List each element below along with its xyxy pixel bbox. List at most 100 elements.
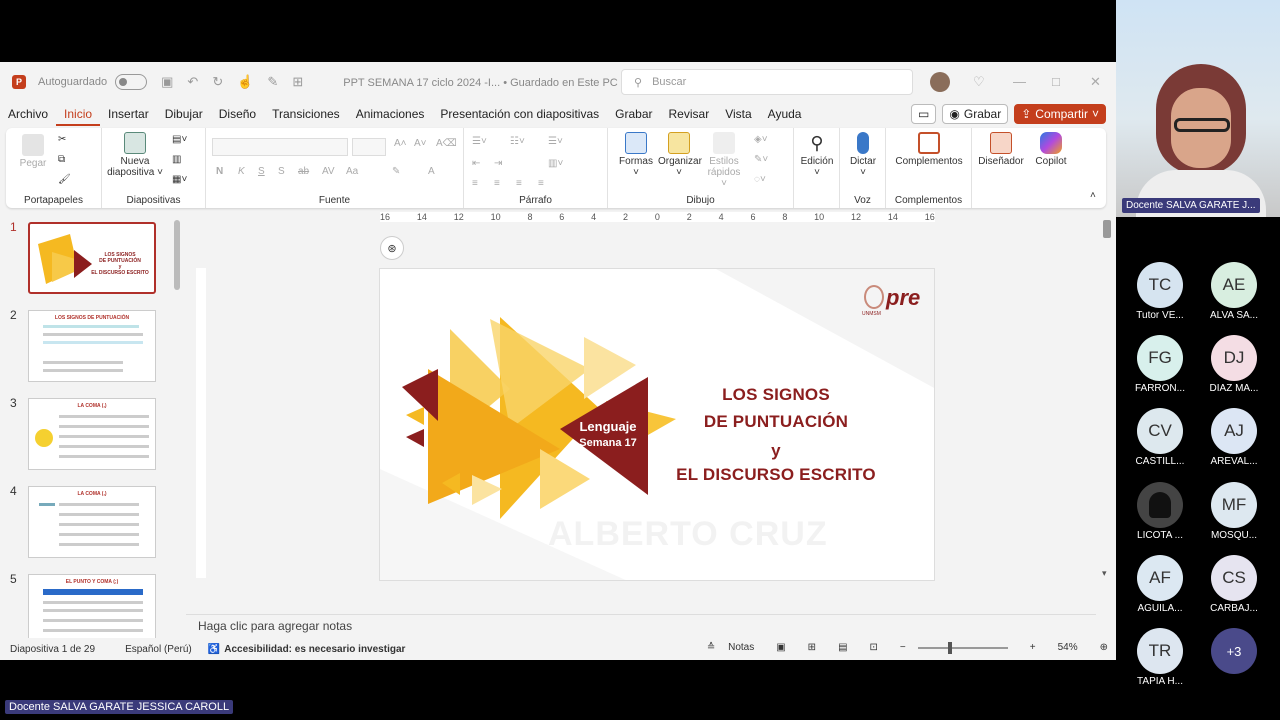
highlight-icon[interactable]: ✎ (392, 166, 400, 177)
shapes-button[interactable]: Formas ˅ (616, 132, 656, 178)
lightbulb-icon[interactable]: ♡ (973, 74, 985, 90)
autosave-toggle[interactable] (115, 74, 148, 90)
accessibility-status[interactable]: Accesibilidad: es necesario investigar (224, 644, 405, 655)
zoom-in-icon[interactable]: + (1030, 642, 1036, 653)
new-slide-button[interactable]: Nueva diapositiva ˅ (106, 132, 164, 178)
participant-tile[interactable]: TC Tutor VE... (1130, 262, 1190, 321)
collapse-ribbon-icon[interactable]: ˄ (1090, 190, 1096, 201)
slide-thumbnail-1[interactable]: LOS SIGNOS DE PUNTUACIÓN y EL DISCURSO E… (28, 222, 156, 294)
more-participants-button[interactable]: +3 (1204, 628, 1264, 674)
copy-icon[interactable]: ⧉ (58, 154, 65, 165)
shadow-icon[interactable]: S (278, 166, 285, 177)
sorter-view-icon[interactable]: ⊞ (808, 642, 816, 653)
decrease-font-icon[interactable]: A˅ (414, 138, 427, 149)
quick-styles-button[interactable]: Estilos rápidos ˅ (704, 132, 744, 189)
menu-grabar[interactable]: Grabar (607, 102, 660, 126)
thumbnail-scrollbar[interactable] (174, 220, 180, 290)
slide-thumbnail-2[interactable]: LOS SIGNOS DE PUNTUACIÓN (28, 310, 156, 382)
menu-archivo[interactable]: Archivo (0, 102, 56, 126)
menu-insertar[interactable]: Insertar (100, 102, 157, 126)
increase-font-icon[interactable]: A˄ (394, 138, 407, 149)
undo-icon[interactable]: ↶ (187, 74, 198, 90)
menu-dibujar[interactable]: Dibujar (157, 102, 211, 126)
shape-effects-icon[interactable]: ◌˅ (754, 174, 766, 185)
addins-button[interactable]: Complementos (892, 132, 966, 167)
zoom-out-icon[interactable]: − (900, 642, 906, 653)
menu-ayuda[interactable]: Ayuda (760, 102, 810, 126)
zoom-slider-thumb[interactable] (947, 641, 952, 654)
reset-icon[interactable]: ▥ (172, 154, 181, 165)
touch-mode-icon[interactable]: ☝ (237, 74, 253, 90)
strikethrough-icon[interactable]: ab (298, 166, 309, 177)
increase-indent-icon[interactable]: ⇥ (494, 158, 502, 169)
participant-tile[interactable]: LICOTA ... (1130, 482, 1190, 541)
line-spacing-icon[interactable]: ☰˅ (548, 136, 563, 147)
font-color-icon[interactable]: A (428, 166, 435, 177)
save-icon[interactable]: ▣ (161, 74, 173, 90)
align-right-icon[interactable]: ≡ (516, 178, 522, 189)
bold-icon[interactable]: N (216, 166, 223, 177)
zoom-slider[interactable] (917, 641, 1008, 654)
pen-icon[interactable]: ✎ (267, 74, 278, 90)
paste-button[interactable]: Pegar (18, 134, 48, 169)
spacing-icon[interactable]: AV (322, 166, 335, 177)
menu-transiciones[interactable]: Transiciones (264, 102, 348, 126)
record-button[interactable]: ◉ Grabar (942, 104, 1009, 124)
menu-presentacion[interactable]: Presentación con diapositivas (432, 102, 607, 126)
case-icon[interactable]: Aa (346, 166, 358, 177)
participant-tile[interactable]: FG FARRON... (1130, 335, 1190, 394)
participant-tile[interactable]: TR TAPIA H... (1130, 628, 1190, 687)
close-icon[interactable]: ✕ (1090, 74, 1101, 90)
font-family-select[interactable] (212, 138, 348, 156)
slide-canvas[interactable]: Lenguaje Semana 17 LOS SIGNOS DE PUNTUAC… (379, 268, 935, 581)
minimize-icon[interactable]: — (1013, 74, 1026, 89)
participant-tile[interactable]: AE ALVA SA... (1204, 262, 1264, 321)
maximize-icon[interactable]: □ (1052, 74, 1060, 89)
menu-diseno[interactable]: Diseño (211, 102, 264, 126)
notes-toggle[interactable]: ≙ Notas (697, 642, 754, 653)
slide-copilot-button[interactable]: ⊛ (380, 236, 404, 260)
italic-icon[interactable]: K (238, 166, 245, 177)
share-button[interactable]: ⇪ Compartir ˅ (1014, 104, 1106, 124)
fit-slide-icon[interactable]: ⊕ (1100, 642, 1108, 653)
slide-thumbnail-4[interactable]: LA COMA (,) (28, 486, 156, 558)
justify-icon[interactable]: ≡ (538, 178, 544, 189)
user-avatar[interactable] (930, 72, 950, 92)
menu-revisar[interactable]: Revisar (661, 102, 718, 126)
underline-icon[interactable]: S (258, 166, 265, 177)
participant-tile[interactable]: AF AGUILA... (1130, 555, 1190, 614)
participant-tile[interactable]: AJ AREVAL... (1204, 408, 1264, 467)
slide-thumbnail-3[interactable]: LA COMA (,) (28, 398, 156, 470)
editing-button[interactable]: ⚲ Edición ˅ (798, 132, 836, 178)
participant-tile[interactable]: DJ DIAZ MA... (1204, 335, 1264, 394)
present-icon[interactable]: ⊞ (292, 74, 303, 90)
copilot-button[interactable]: Copilot (1028, 132, 1074, 167)
normal-view-icon[interactable]: ▣ (776, 642, 785, 653)
clear-format-icon[interactable]: A⌫ (436, 138, 457, 149)
reading-view-icon[interactable]: ▤ (838, 642, 847, 653)
participant-tile[interactable]: MF MOSQU... (1204, 482, 1264, 541)
document-title[interactable]: PPT SEMANA 17 ciclo 2024 -I... • Guardad… (343, 76, 630, 89)
align-left-icon[interactable]: ≡ (472, 178, 478, 189)
zoom-level[interactable]: 54% (1058, 642, 1078, 653)
menu-animaciones[interactable]: Animaciones (348, 102, 433, 126)
shape-fill-icon[interactable]: ◈˅ (754, 134, 768, 145)
scroll-down-icon[interactable]: ▾ (1102, 568, 1107, 579)
designer-button[interactable]: Diseñador (978, 132, 1024, 167)
columns-icon[interactable]: ▥˅ (548, 158, 563, 169)
bullets-icon[interactable]: ☰˅ (472, 136, 487, 147)
font-size-select[interactable] (352, 138, 386, 156)
layout-icon[interactable]: ▤˅ (172, 134, 187, 145)
redo-icon[interactable]: ↻ (212, 74, 223, 90)
dictate-button[interactable]: Dictar ˅ (846, 132, 880, 178)
section-icon[interactable]: ▦˅ (172, 174, 187, 185)
participant-tile[interactable]: CS CARBAJ... (1204, 555, 1264, 614)
participant-tile[interactable]: CV CASTILL... (1130, 408, 1190, 467)
canvas-scrollbar[interactable] (1103, 220, 1111, 238)
decrease-indent-icon[interactable]: ⇤ (472, 158, 480, 169)
slide-thumbnail-5[interactable]: EL PUNTO Y COMA (;) (28, 574, 156, 646)
language-status[interactable]: Español (Perú) (125, 644, 192, 655)
slideshow-view-icon[interactable]: ⊡ (870, 642, 878, 653)
align-center-icon[interactable]: ≡ (494, 178, 500, 189)
search-box[interactable]: ⚲ Buscar (621, 69, 913, 95)
